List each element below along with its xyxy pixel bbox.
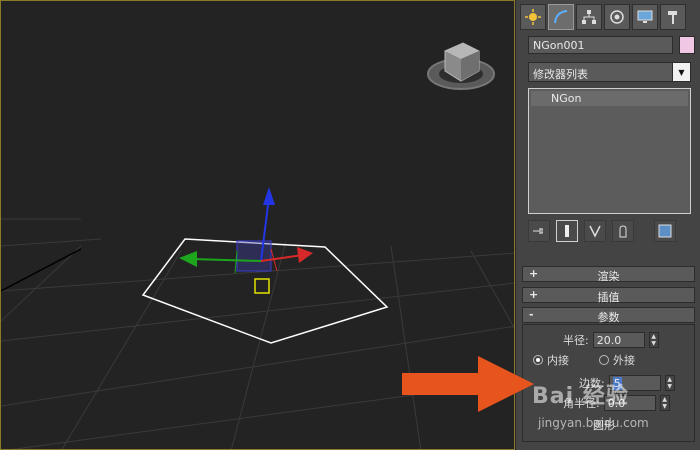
spin-down-icon: ▼ bbox=[651, 340, 657, 347]
radius-spinner[interactable]: ▲ ▼ bbox=[648, 332, 659, 348]
modifier-stack[interactable]: NGon bbox=[528, 88, 691, 214]
tab-modify[interactable] bbox=[548, 4, 574, 30]
object-name-text: NGon001 bbox=[533, 39, 585, 52]
rollout-rendering-title: 渲染 bbox=[597, 270, 620, 283]
modifier-list-label: 修改器列表 bbox=[533, 68, 588, 81]
stack-item-ngon[interactable]: NGon bbox=[531, 91, 688, 106]
make-unique-button[interactable] bbox=[584, 220, 606, 242]
object-color-swatch[interactable] bbox=[679, 36, 695, 54]
remove-modifier-button[interactable] bbox=[612, 220, 634, 242]
make-unique-icon bbox=[589, 225, 601, 238]
show-end-result-button[interactable] bbox=[556, 220, 578, 242]
tab-create[interactable] bbox=[520, 4, 546, 30]
tab-display[interactable] bbox=[632, 4, 658, 30]
remove-modifier-icon bbox=[619, 225, 627, 238]
sides-spinner[interactable]: ▲ ▼ bbox=[664, 375, 675, 391]
command-panel-tabs bbox=[520, 4, 686, 30]
world-axis-line bbox=[1, 248, 82, 292]
modify-curve-icon bbox=[554, 10, 568, 24]
spin-up-icon: ▲ bbox=[662, 396, 668, 403]
hierarchy-icon bbox=[582, 10, 596, 24]
watermark-text: Bai 经验 bbox=[532, 384, 629, 409]
pin-stack-button[interactable] bbox=[528, 220, 550, 242]
viewcube-icon[interactable] bbox=[427, 42, 495, 90]
tab-hierarchy[interactable] bbox=[576, 4, 602, 30]
modifier-stack-tools bbox=[528, 220, 691, 242]
tab-motion[interactable] bbox=[604, 4, 630, 30]
rollout-interpolation[interactable]: + 插值 bbox=[522, 287, 695, 304]
corner-radius-spinner[interactable]: ▲ ▼ bbox=[659, 395, 670, 411]
circumscribed-label: 外接 bbox=[613, 354, 635, 367]
inscribed-label: 内接 bbox=[547, 354, 569, 367]
circumscribed-radio-row[interactable]: 外接 bbox=[599, 352, 635, 368]
circumscribed-radio[interactable] bbox=[599, 355, 609, 365]
tab-utilities[interactable] bbox=[660, 4, 686, 30]
motion-icon bbox=[610, 10, 624, 24]
radius-label: 半径: bbox=[563, 334, 589, 347]
object-name-field[interactable]: NGon001 bbox=[528, 36, 673, 54]
spin-up-icon: ▲ bbox=[651, 333, 657, 340]
create-sun-icon bbox=[525, 9, 541, 25]
show-end-result-icon bbox=[565, 225, 569, 237]
rollout-interpolation-title: 插值 bbox=[597, 291, 620, 304]
rollout-parameters-title: 参数 bbox=[597, 311, 620, 324]
annotation-arrow-icon bbox=[402, 356, 534, 412]
watermark-url: jingyan.baidu.com bbox=[538, 416, 649, 430]
chevron-down-icon[interactable]: ▼ bbox=[672, 63, 690, 81]
rollout-rendering[interactable]: + 渲染 bbox=[522, 266, 695, 283]
spin-up-icon: ▲ bbox=[667, 376, 673, 383]
radius-row: 半径: 20.0 ▲ ▼ bbox=[563, 332, 659, 348]
spin-down-icon: ▼ bbox=[667, 383, 673, 390]
rollout-parameters[interactable]: - 参数 bbox=[522, 307, 695, 324]
configure-modifier-sets-button[interactable] bbox=[654, 220, 676, 242]
radius-input[interactable]: 20.0 bbox=[592, 332, 645, 348]
display-monitor-icon bbox=[637, 10, 653, 23]
modifier-list-dropdown[interactable]: 修改器列表 ▼ bbox=[528, 62, 691, 82]
utilities-hammer-icon bbox=[668, 11, 677, 24]
spin-down-icon: ▼ bbox=[662, 403, 668, 410]
pin-icon bbox=[533, 228, 543, 234]
configure-sets-icon bbox=[658, 224, 672, 238]
radius-value: 20.0 bbox=[596, 334, 622, 347]
